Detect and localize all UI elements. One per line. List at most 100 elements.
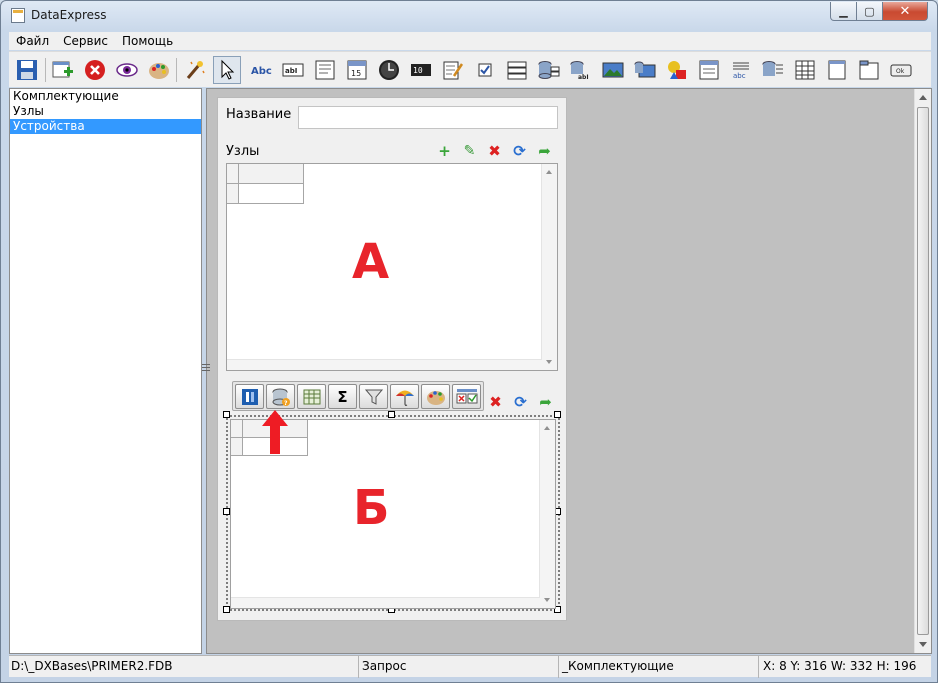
tab-page-button[interactable] (855, 56, 883, 84)
grid-query-button[interactable]: ? (266, 384, 295, 409)
designed-form: Название Узлы + ✎ ✖ ⟳ ➦ А ✖ ⟳ ➦ Б ? Σ (217, 97, 567, 621)
menu-file[interactable]: Файл (9, 32, 56, 50)
db-lookup-button[interactable]: abI (567, 56, 595, 84)
memo-button[interactable] (311, 56, 339, 84)
status-coords: X: 8 Y: 316 W: 332 H: 196 (763, 659, 917, 673)
grid-b-hscrollbar[interactable] (231, 597, 540, 608)
abc-list-button[interactable]: abc (727, 56, 755, 84)
combobox-icon (507, 61, 527, 80)
resize-handle-nw[interactable] (223, 411, 230, 418)
time-button[interactable] (375, 56, 403, 84)
checkbox-button[interactable] (471, 56, 499, 84)
resize-handle-sw[interactable] (223, 606, 230, 613)
close-button[interactable]: ✕ (882, 2, 928, 21)
grid-form-button[interactable] (695, 56, 723, 84)
grid-checklist-button[interactable] (452, 384, 481, 409)
page-button[interactable] (823, 56, 851, 84)
marker-b: Б (353, 480, 390, 536)
list-item-komplektuyushchie[interactable]: Комплектующие (10, 89, 201, 104)
db-combobox-icon (538, 61, 560, 79)
goto-b-icon[interactable]: ➦ (536, 393, 555, 411)
grid-table-button[interactable] (297, 384, 326, 409)
refresh-b-icon[interactable]: ⟳ (511, 393, 530, 411)
form-designer-area: Название Узлы + ✎ ✖ ⟳ ➦ А ✖ ⟳ ➦ Б ? Σ (202, 88, 932, 654)
grid-b-buttons: ✖ ⟳ ➦ (486, 393, 555, 411)
filter-funnel-icon (364, 389, 383, 405)
list-item-ustroystva[interactable]: Устройства (10, 119, 201, 134)
grid-header-cell[interactable] (239, 164, 304, 184)
edit-note-button[interactable] (439, 56, 467, 84)
scroll-thumb[interactable] (917, 107, 929, 635)
status-mode: Запрос (359, 656, 559, 678)
image-button[interactable] (599, 56, 627, 84)
resize-handle-w[interactable] (223, 508, 230, 515)
combobox-button[interactable] (503, 56, 531, 84)
delete-form-button[interactable] (81, 56, 109, 84)
shapes-button[interactable] (663, 56, 691, 84)
svg-text:?: ? (284, 400, 288, 407)
grid-a-scrollbar[interactable] (541, 164, 557, 370)
status-table: _Комплектующие (559, 656, 759, 678)
add-record-icon[interactable]: + (435, 142, 454, 160)
maximize-icon: ▢ (864, 4, 875, 18)
grid-color-rules-button[interactable] (390, 384, 419, 409)
forms-list: Комплектующие Узлы Устройства (9, 88, 202, 654)
splitter-grip-icon[interactable] (202, 364, 210, 371)
table-grid-icon (795, 60, 815, 80)
ok-button-tool[interactable]: Ok (887, 56, 915, 84)
grid-a[interactable]: А (226, 163, 558, 371)
time-clock-icon (379, 60, 399, 80)
date-button[interactable]: 15 (343, 56, 371, 84)
delete-record-b-icon[interactable]: ✖ (486, 393, 505, 411)
grid-columns-button[interactable] (235, 384, 264, 409)
magic-wand-button[interactable] (181, 56, 209, 84)
db-combobox-button[interactable] (535, 56, 563, 84)
menu-service[interactable]: Сервис (56, 32, 115, 50)
uzly-label: Узлы (226, 144, 260, 159)
db-list-icon (762, 61, 783, 76)
palette-button[interactable] (145, 56, 173, 84)
preview-button[interactable] (113, 56, 141, 84)
db-image-button[interactable] (631, 56, 659, 84)
label-button[interactable]: Abc (247, 56, 275, 84)
list-item-uzly[interactable]: Узлы (10, 104, 201, 119)
grid-form-icon (699, 60, 719, 80)
svg-text:abc: abc (733, 72, 746, 80)
resize-handle-ne[interactable] (554, 411, 561, 418)
text-field-button[interactable]: abI (279, 56, 307, 84)
minimize-button[interactable]: ▁ (830, 2, 857, 21)
number-button[interactable]: 10 (407, 56, 435, 84)
grid-a-hscrollbar[interactable] (227, 359, 542, 370)
table-grid-button[interactable] (791, 56, 819, 84)
resize-handle-n[interactable] (388, 411, 395, 418)
refresh-icon[interactable]: ⟳ (510, 142, 529, 160)
designer-vertical-scrollbar[interactable] (914, 89, 931, 653)
grid-b-scrollbar[interactable] (539, 420, 555, 608)
menu-help[interactable]: Помощь (115, 32, 180, 50)
grid-palette-icon (426, 390, 445, 405)
scroll-down-icon[interactable] (919, 642, 927, 647)
maximize-button[interactable]: ▢ (856, 2, 883, 21)
tab-page-icon (859, 60, 879, 80)
grid-filter-button[interactable] (359, 384, 388, 409)
scroll-up-icon[interactable] (919, 95, 927, 100)
svg-text:Abc: Abc (251, 66, 272, 77)
grid-sum-button[interactable]: Σ (328, 384, 357, 409)
db-list-button[interactable] (759, 56, 787, 84)
shapes-icon (668, 61, 686, 79)
pointer-button[interactable] (213, 56, 241, 84)
svg-text:15: 15 (351, 69, 361, 78)
name-input[interactable] (298, 106, 558, 129)
database-query-icon: ? (272, 388, 290, 407)
delete-record-icon[interactable]: ✖ (485, 142, 504, 160)
checklist-icon (456, 388, 477, 403)
new-form-button[interactable] (49, 56, 77, 84)
goto-icon[interactable]: ➦ (535, 142, 554, 160)
minimize-icon: ▁ (839, 4, 848, 18)
grid-cell[interactable] (239, 184, 304, 204)
grid-palette-button[interactable] (421, 384, 450, 409)
edit-record-icon[interactable]: ✎ (460, 142, 479, 160)
grid-a-buttons: + ✎ ✖ ⟳ ➦ (435, 142, 554, 160)
number-icon: 10 (411, 64, 431, 76)
save-button[interactable] (13, 56, 41, 84)
